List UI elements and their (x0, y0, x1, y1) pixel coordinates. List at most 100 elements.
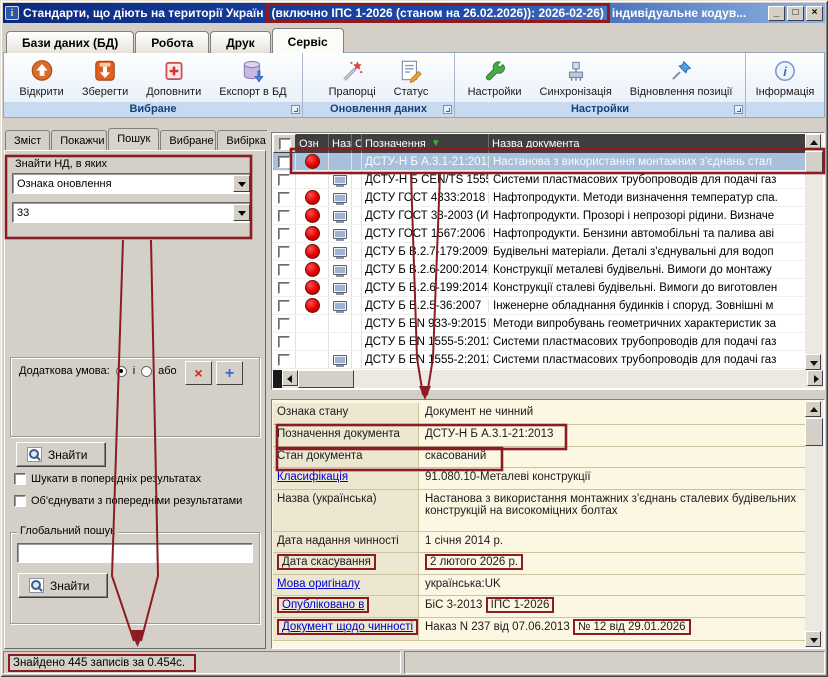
checkbox-label: Шукати в попередніх результатах (31, 473, 201, 485)
table-row[interactable]: ДСТУ ГОСТ 4333:2018 (ГС Нафтопродукти. М… (273, 189, 805, 207)
scroll-down-button[interactable] (805, 354, 821, 370)
tab-work[interactable]: Робота (135, 31, 209, 53)
column-header-flag[interactable]: Озн (296, 134, 329, 153)
splitter-handle[interactable] (273, 370, 282, 388)
status-button[interactable]: Статус (385, 56, 438, 98)
sidebar-tab-search[interactable]: Пошук (108, 128, 159, 150)
app-window: i Стандарти, що діють на території Украї… (0, 0, 828, 677)
group-launcher-icon[interactable] (443, 105, 452, 114)
scroll-right-button[interactable] (807, 370, 823, 386)
remove-condition-button[interactable]: × (185, 361, 212, 385)
not-valid-flag-icon (305, 262, 320, 277)
chevron-down-icon[interactable] (233, 204, 250, 221)
global-find-button[interactable]: Знайти (18, 573, 108, 598)
scrollbar-thumb[interactable] (805, 418, 823, 446)
table-vertical-scrollbar[interactable] (805, 134, 823, 370)
cancellation-date-annotation: Дата скасування (277, 554, 376, 570)
column-header-s[interactable]: С (352, 134, 362, 153)
scroll-down-button[interactable] (805, 631, 821, 647)
checkbox-icon[interactable] (14, 495, 26, 507)
row-checkbox[interactable] (278, 264, 290, 276)
table-row[interactable]: ДСТУ Б EN 1555-5:2012 Системи пластмасов… (273, 333, 805, 351)
table-row[interactable]: ДСТУ Б В.2.6-200:2014 Конструкції метале… (273, 261, 805, 279)
row-checkbox[interactable] (278, 336, 290, 348)
table-row[interactable]: ДСТУ ГОСТ 1567:2006 (И Нафтопродукти. Бе… (273, 225, 805, 243)
app-icon: i (5, 6, 19, 20)
sidebar-tab-favorites[interactable]: Вибране (160, 130, 216, 150)
flags-button[interactable]: Прапорці (320, 56, 385, 98)
chevron-down-icon[interactable] (233, 175, 250, 192)
restore-position-button[interactable]: Відновлення позиції (621, 56, 742, 98)
search-value-combobox[interactable]: 33 (12, 202, 252, 223)
find-button[interactable]: Знайти (16, 442, 106, 467)
append-button[interactable]: Доповнити (137, 56, 210, 98)
scroll-up-button[interactable] (805, 134, 821, 150)
search-in-previous-checkbox-row[interactable]: Шукати в попередніх результатах (14, 473, 264, 485)
add-condition-button[interactable]: + (216, 361, 243, 385)
table-row[interactable]: ДСТУ Б EN 933-9:2015 Методи випробувань … (273, 315, 805, 333)
table-row[interactable]: ДСТУ Б EN 1555-2:2012 Системи пластмасов… (273, 351, 805, 369)
scrollbar-thumb[interactable] (298, 370, 354, 388)
table-row[interactable]: ДСТУ ГОСТ 33-2003 (ИСС Нафтопродукти. Пр… (273, 207, 805, 225)
not-valid-flag-icon (305, 280, 320, 295)
sidebar-tab-selection[interactable]: Вибірка (217, 130, 267, 150)
group-launcher-icon[interactable] (734, 105, 743, 114)
close-button[interactable]: × (806, 6, 823, 21)
not-valid-flag-icon (305, 154, 320, 169)
select-all-header-cell[interactable] (273, 134, 296, 153)
table-row[interactable]: ДСТУ Б В.2.5-36:2007 Інженерне обладнанн… (273, 297, 805, 315)
radio-or[interactable] (141, 366, 152, 377)
row-checkbox[interactable] (278, 156, 290, 168)
scrollbar-thumb[interactable] (805, 151, 823, 173)
tab-service[interactable]: Сервіс (272, 28, 344, 53)
documents-table: Озн Наз С Позначення▼ Назва документа ДС… (271, 132, 825, 390)
row-checkbox[interactable] (278, 192, 290, 204)
sidebar-tab-contents[interactable]: Зміст (5, 130, 50, 150)
save-button[interactable]: Зберегти (73, 56, 137, 98)
row-checkbox[interactable] (278, 300, 290, 312)
global-search-input[interactable] (17, 543, 253, 563)
sync-button[interactable]: Синхронізація (531, 56, 621, 98)
detail-row: Мова оригіналу українська:UK (273, 575, 805, 596)
group-launcher-icon[interactable] (291, 105, 300, 114)
search-field-combobox[interactable]: Ознака оновлення (12, 173, 252, 194)
column-header-designation[interactable]: Позначення▼ (362, 134, 489, 153)
column-header-title[interactable]: Назва документа (489, 134, 805, 153)
titlebar: i Стандарти, що діють на території Украї… (3, 3, 825, 23)
export-db-button[interactable]: Експорт в БД (210, 56, 295, 98)
validity-document-link[interactable]: Документ щодо чинності (282, 621, 413, 633)
table-row[interactable]: ДСТУ-Н Б CEN/TS 1555-7 Системи пластмасо… (273, 171, 805, 189)
original-language-link[interactable]: Мова оригіналу (277, 578, 360, 590)
open-button[interactable]: Відкрити (10, 56, 72, 98)
row-checkbox[interactable] (278, 282, 290, 294)
radio-and[interactable] (116, 366, 127, 377)
tab-print[interactable]: Друк (210, 31, 270, 53)
row-checkbox[interactable] (278, 228, 290, 240)
row-checkbox[interactable] (278, 354, 290, 366)
published-in-link[interactable]: Опубліковано в (282, 599, 364, 611)
details-vertical-scrollbar[interactable] (805, 401, 823, 647)
maximize-button[interactable]: □ (787, 6, 804, 21)
settings-button[interactable]: Настройки (459, 56, 531, 98)
minimize-button[interactable]: _ (768, 6, 785, 21)
window-title: Стандарти, що діють на території Україн(… (23, 3, 764, 23)
row-checkbox[interactable] (278, 210, 290, 222)
checkbox-icon[interactable] (279, 138, 291, 150)
scroll-left-button[interactable] (282, 370, 298, 386)
table-row[interactable]: ДСТУ Б В.2.6-199:2014 Конструкції сталев… (273, 279, 805, 297)
row-checkbox[interactable] (278, 318, 290, 330)
detail-row: Класифікація 91.080.10-Металеві конструк… (273, 468, 805, 490)
row-checkbox[interactable] (278, 174, 290, 186)
table-row[interactable]: ДСТУ Б В.2.7-179:2009 Будівельні матеріа… (273, 243, 805, 261)
row-checkbox[interactable] (278, 246, 290, 258)
scroll-up-button[interactable] (805, 401, 821, 417)
table-horizontal-scrollbar[interactable] (273, 370, 823, 388)
checkbox-icon[interactable] (14, 473, 26, 485)
classification-link[interactable]: Класифікація (277, 471, 348, 483)
information-button[interactable]: i Інформація (747, 56, 824, 98)
sidebar-tab-index[interactable]: Покажчи (51, 130, 107, 150)
column-header-pc[interactable]: Наз (329, 134, 352, 153)
table-row[interactable]: ДСТУ-Н Б А.3.1-21:2013 Настанова з викор… (273, 153, 805, 171)
tab-databases[interactable]: Бази даних (БД) (6, 31, 134, 53)
merge-with-previous-checkbox-row[interactable]: Об'єднувати з попередніми результатами (14, 495, 264, 507)
